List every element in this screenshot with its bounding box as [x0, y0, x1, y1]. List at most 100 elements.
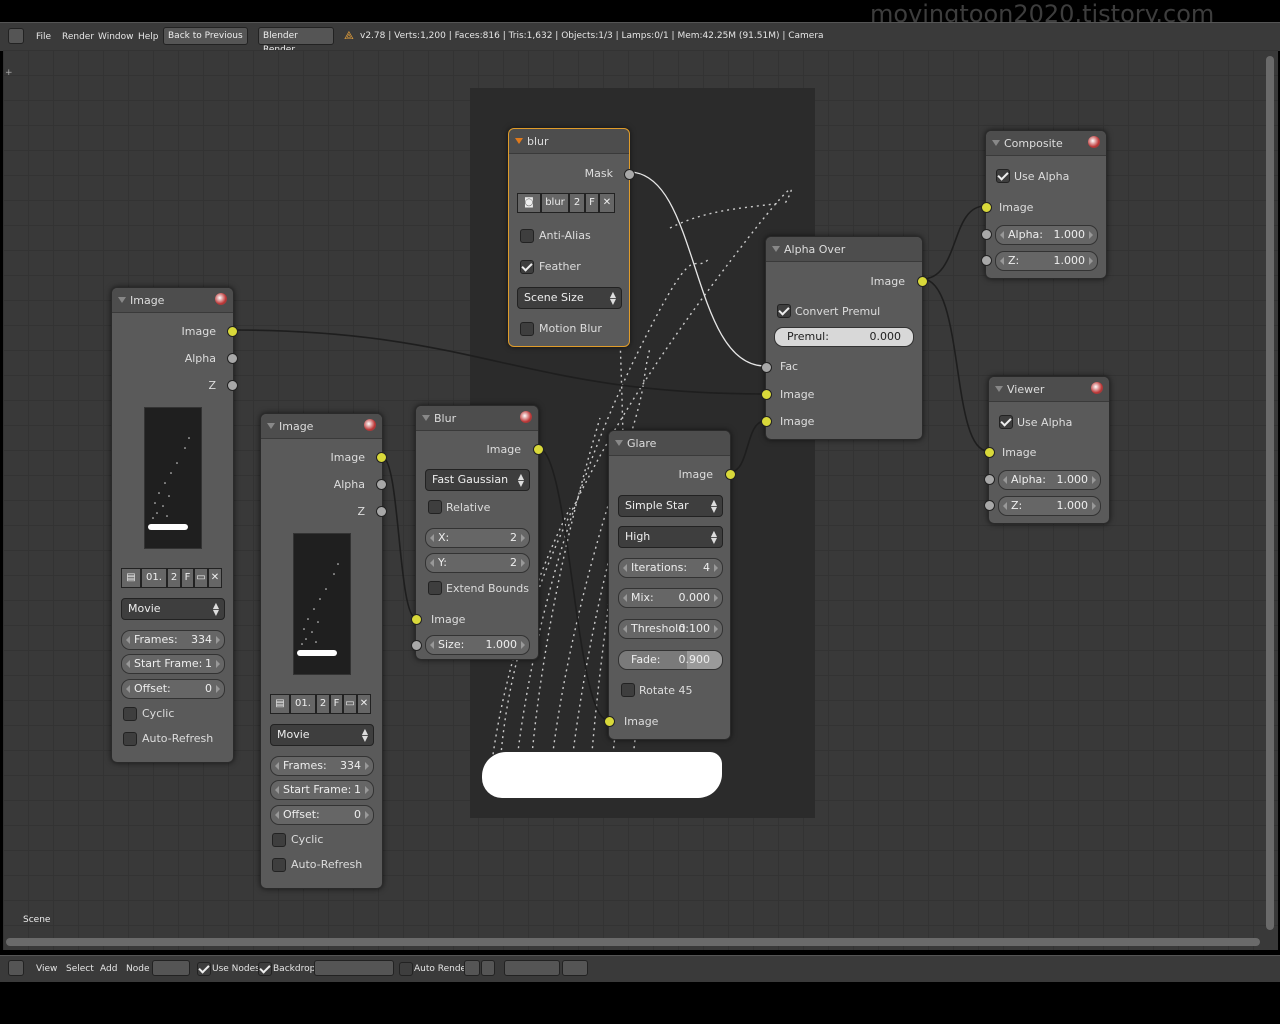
preview-toggle-icon[interactable]	[364, 419, 376, 431]
premul-slider[interactable]: Premul: 0.000	[774, 327, 914, 347]
use-nodes-checkbox[interactable]	[197, 962, 211, 976]
output-socket-image[interactable]	[725, 469, 736, 480]
fade-slider[interactable]: Fade: 0.900	[618, 650, 723, 670]
filter-type-select[interactable]: Fast Gaussian ▲ ▼	[425, 469, 530, 491]
iterations-field[interactable]: Iterations: 4	[618, 558, 723, 578]
collapse-arrow-icon[interactable]	[992, 140, 1000, 146]
menu-view[interactable]: View	[36, 964, 57, 974]
pin-icon[interactable]	[481, 960, 495, 976]
output-socket-mask[interactable]	[624, 169, 635, 180]
anti-alias-checkbox[interactable]	[520, 229, 534, 243]
open-file-icon[interactable]: ▭	[343, 694, 357, 714]
fake-user-toggle[interactable]: F	[585, 193, 599, 213]
image-browse-icon[interactable]: ▤	[270, 694, 290, 714]
editor-type-icon[interactable]	[8, 960, 24, 976]
use-alpha-checkbox[interactable]	[996, 169, 1010, 183]
start-frame-field[interactable]: Start Frame: 1	[121, 654, 225, 674]
menu-add[interactable]: Add	[100, 964, 117, 974]
copy-paste-icons[interactable]	[562, 960, 588, 976]
input-socket-image-1[interactable]	[761, 389, 772, 400]
rotate45-checkbox[interactable]	[621, 683, 635, 697]
image-name-field[interactable]: 01.	[290, 694, 316, 714]
collapse-arrow-icon[interactable]	[422, 415, 430, 421]
backdrop-checkbox[interactable]	[258, 962, 272, 976]
image-source-select[interactable]: Movie ▲ ▼	[270, 724, 374, 746]
mask-name-field[interactable]: blur	[541, 193, 569, 213]
node-header[interactable]: Glare	[609, 431, 730, 456]
frames-field[interactable]: Frames: 334	[121, 630, 225, 650]
mask-node[interactable]: blur Mask ◙ blur 2 F ✕ Anti-Alias Feathe…	[508, 128, 635, 347]
image-browse-icon[interactable]: ▤	[121, 568, 141, 588]
unlink-icon[interactable]: ✕	[357, 694, 371, 714]
unlink-icon[interactable]: ✕	[599, 193, 615, 213]
preview-toggle-icon[interactable]	[1088, 136, 1100, 148]
toolbar-expand-icon[interactable]: +	[5, 68, 13, 78]
input-socket-alpha[interactable]	[981, 229, 992, 240]
horizontal-scrollbar[interactable]	[6, 938, 1260, 946]
node-tree-type-icons[interactable]	[152, 960, 190, 976]
node-header[interactable]: Alpha Over	[766, 237, 922, 262]
node-header[interactable]: Viewer	[989, 377, 1109, 402]
fake-user-toggle[interactable]: F	[330, 694, 343, 714]
z-field[interactable]: Z: 1.000	[998, 496, 1101, 516]
preview-toggle-icon[interactable]	[215, 293, 227, 305]
output-socket-image[interactable]	[376, 452, 387, 463]
input-socket-z[interactable]	[984, 500, 995, 511]
start-frame-field[interactable]: Start Frame: 1	[270, 780, 374, 800]
preview-toggle-icon[interactable]	[1091, 382, 1103, 394]
input-socket-alpha[interactable]	[984, 474, 995, 485]
frames-field[interactable]: Frames: 334	[270, 756, 374, 776]
cyclic-checkbox[interactable]	[123, 707, 137, 721]
collapse-arrow-icon[interactable]	[772, 246, 780, 252]
image-datablock-bar[interactable]: ▤ 01. 2 F ▭ ✕	[270, 694, 371, 714]
collapse-arrow-icon[interactable]	[995, 386, 1003, 392]
open-file-icon[interactable]: ▭	[194, 568, 208, 588]
node-header[interactable]: Blur	[416, 406, 538, 431]
input-socket-fac[interactable]	[761, 362, 772, 373]
preview-toggle-icon[interactable]	[520, 411, 532, 423]
output-socket-alpha[interactable]	[227, 353, 238, 364]
input-socket-image[interactable]	[604, 716, 615, 727]
feather-checkbox[interactable]	[520, 260, 534, 274]
collapse-arrow-icon[interactable]	[615, 440, 623, 446]
auto-render-checkbox[interactable]	[399, 962, 413, 976]
vertical-scrollbar[interactable]	[1266, 56, 1274, 930]
node-header[interactable]: Image	[112, 288, 233, 313]
composite-node[interactable]: Composite Use Alpha Image Alpha: 1.000 Z:…	[981, 130, 1107, 279]
alpha-over-node[interactable]: Alpha Over Image Convert Premul Premul: 0…	[761, 236, 928, 440]
image-name-field[interactable]: 01.	[141, 568, 167, 588]
output-socket-z[interactable]	[227, 380, 238, 391]
menu-node[interactable]: Node	[126, 964, 150, 974]
fake-user-toggle[interactable]: F	[181, 568, 194, 588]
output-socket-image[interactable]	[533, 444, 544, 455]
blur-node[interactable]: Blur Image Fast Gaussian ▲ ▼ Relative X: 2 …	[411, 405, 544, 660]
image-node-1[interactable]: Image Image Alpha Z ▤ 01. 2 F ▭ ✕ Movie ▲…	[111, 287, 238, 763]
input-socket-image[interactable]	[984, 447, 995, 458]
alpha-field[interactable]: Alpha: 1.000	[998, 470, 1101, 490]
y-field[interactable]: Y: 2	[425, 553, 530, 573]
auto-refresh-checkbox[interactable]	[123, 732, 137, 746]
output-socket-image[interactable]	[227, 326, 238, 337]
collapse-arrow-icon[interactable]	[118, 297, 126, 303]
alpha-field[interactable]: Alpha: 1.000	[995, 225, 1098, 245]
mix-field[interactable]: Mix: 0.000	[618, 588, 723, 608]
output-socket-image[interactable]	[917, 276, 928, 287]
input-socket-z[interactable]	[981, 255, 992, 266]
input-socket-image-2[interactable]	[761, 416, 772, 427]
image-source-select[interactable]: Movie ▲ ▼	[121, 598, 225, 620]
glare-node[interactable]: Glare Image Simple Star ▲ ▼ High ▲ ▼ Iterati…	[604, 430, 736, 740]
use-alpha-checkbox[interactable]	[999, 415, 1013, 429]
size-mode-select[interactable]: Scene Size ▲ ▼	[517, 287, 622, 309]
input-socket-image[interactable]	[981, 202, 992, 213]
viewer-node[interactable]: Viewer Use Alpha Image Alpha: 1.000 Z: 1.0…	[984, 376, 1110, 524]
mask-browse-icon[interactable]: ◙	[517, 193, 541, 213]
output-socket-alpha[interactable]	[376, 479, 387, 490]
offset-field[interactable]: Offset: 0	[270, 805, 374, 825]
convert-premul-checkbox[interactable]	[777, 304, 791, 318]
motion-blur-checkbox[interactable]	[520, 322, 534, 336]
quality-select[interactable]: High ▲ ▼	[618, 526, 723, 548]
menu-select[interactable]: Select	[66, 964, 94, 974]
image-datablock-bar[interactable]: ▤ 01. 2 F ▭ ✕	[121, 568, 222, 588]
snap-mode-icons[interactable]	[504, 960, 560, 976]
image-node-2[interactable]: Image Image Alpha Z ▤ 01. 2 F ▭ ✕ Movie ▲…	[260, 413, 387, 889]
